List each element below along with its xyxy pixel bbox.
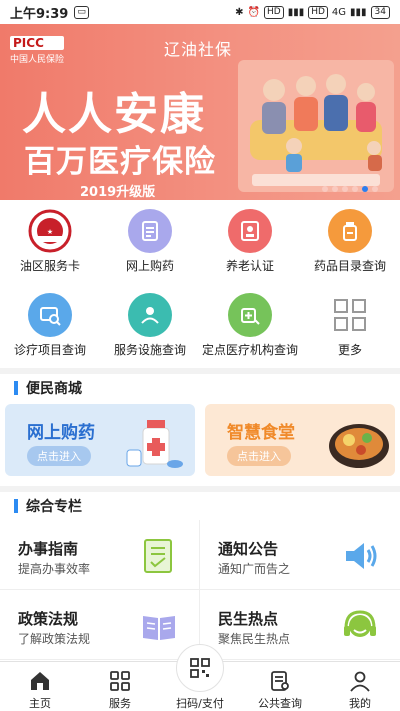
notification-icon: ▭	[74, 5, 89, 19]
4g-label: 4G	[331, 6, 347, 18]
tab-public-query[interactable]: 公共查询	[240, 662, 320, 711]
picc-logo: PICC 中国人民保险	[10, 36, 65, 65]
banner-title-line1: 人人安康	[22, 89, 206, 140]
banner-city: 辽油社保	[164, 40, 233, 59]
status-bar: 上午9:39 ▭ ✱ ⏰ HD ▮▮▮ HD 4G ▮▮▮ 34	[0, 0, 400, 24]
svg-text:★: ★	[47, 228, 53, 236]
signal-icon-2: ▮▮▮	[350, 6, 367, 18]
status-time: 上午9:39	[10, 6, 69, 22]
speaker-icon	[346, 543, 377, 569]
family-illustration	[238, 60, 394, 192]
hd-badge-2: HD	[308, 5, 328, 19]
checklist-icon	[144, 539, 172, 573]
bluetooth-icon: ✱	[235, 6, 244, 18]
hospital-search-icon	[228, 293, 272, 337]
policy-tile[interactable]: 政策法规 了解政策法规	[0, 590, 200, 660]
qr-scan-icon	[190, 658, 210, 678]
service-grid: ★ 油区服务卡 网上购药 养老认证 药品目录查询 诊疗项目查询 服务设施查询 定…	[0, 200, 400, 368]
mall-title: 便民商城	[26, 381, 82, 397]
promo-banner[interactable]: PICC 中国人民保险 辽油社保 人人安康 百万医疗保险 2019升级版	[0, 24, 400, 200]
open-book-icon	[143, 616, 175, 640]
pension-certification[interactable]: 养老认证	[200, 200, 300, 282]
mall-section-header: 便民商城	[0, 374, 400, 402]
carousel-indicator[interactable]	[322, 186, 378, 192]
notice-tile[interactable]: 通知公告 通知广而告之	[200, 520, 400, 590]
food-dish-icon	[329, 424, 389, 468]
monitor-search-icon	[28, 293, 72, 337]
handshake-icon	[128, 293, 172, 337]
banner-title-line2: 百万医疗保险	[24, 144, 216, 180]
user-icon	[350, 671, 370, 692]
scan-pay-button[interactable]	[176, 644, 224, 692]
more-services[interactable]: 更多	[300, 284, 400, 366]
tab-home[interactable]: 主页	[0, 662, 80, 711]
signal-icon-1: ▮▮▮	[287, 6, 305, 18]
special-title: 综合专栏	[26, 499, 82, 515]
mall-section: 网上购药 点击进入 智慧食堂 点击进入	[0, 402, 400, 486]
treatment-item-query[interactable]: 诊疗项目查询	[0, 284, 100, 366]
designated-hospital-query[interactable]: 定点医疗机构查询	[200, 284, 300, 366]
id-card-icon	[228, 209, 272, 253]
hotspot-tile[interactable]: 民生热点 聚焦民生热点	[200, 590, 400, 660]
online-drug-purchase[interactable]: 网上购药	[100, 200, 200, 282]
tab-services[interactable]: 服务	[80, 662, 160, 711]
online-pharmacy-enter-button[interactable]: 点击进入	[27, 446, 91, 466]
headset-icon	[344, 610, 376, 637]
document-icon	[128, 209, 172, 253]
guide-tile[interactable]: 办事指南 提高办事效率	[0, 520, 200, 590]
banner-edition: 2019升级版	[80, 185, 156, 200]
tab-mine[interactable]: 我的	[320, 662, 400, 711]
medicine-bottle-icon	[126, 420, 183, 468]
smart-canteen-card[interactable]: 智慧食堂 点击进入	[205, 404, 395, 476]
special-section-header: 综合专栏	[0, 492, 400, 520]
battery-icon: 34	[370, 5, 390, 19]
pill-bottle-icon	[328, 209, 372, 253]
grid-more-icon	[328, 293, 372, 337]
alarm-icon: ⏰	[247, 6, 260, 18]
query-icon	[271, 671, 289, 691]
hd-badge-1: HD	[263, 5, 284, 19]
home-icon	[31, 672, 49, 690]
smart-canteen-enter-button[interactable]: 点击进入	[227, 446, 291, 466]
special-section: 办事指南 提高办事效率 通知公告 通知广而告之 政策法规 了解政策法规 民生热点…	[0, 520, 400, 661]
drug-catalog-query[interactable]: 药品目录查询	[300, 200, 400, 282]
online-pharmacy-card[interactable]: 网上购药 点击进入	[5, 404, 195, 476]
social-security-card-icon: ★	[28, 209, 72, 253]
service-card-service[interactable]: ★ 油区服务卡	[0, 200, 100, 282]
service-facility-query[interactable]: 服务设施查询	[100, 284, 200, 366]
apps-icon	[110, 671, 130, 691]
